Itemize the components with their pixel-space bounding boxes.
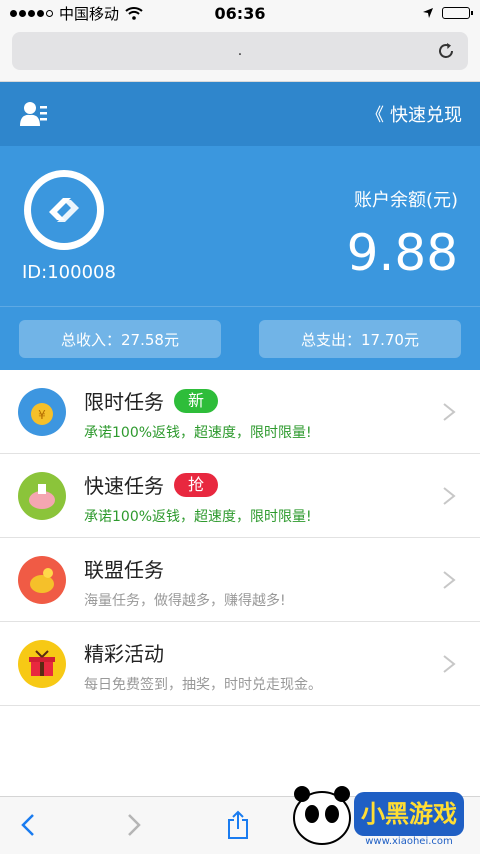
battery-icon [442,7,473,19]
task-title: 联盟任务 [84,558,164,582]
watermark-logo: 小黑游戏 www.xiaohei.com [293,786,464,847]
task-title: 快速任务 [84,474,164,498]
app-header: 《 快速兑现 [0,82,480,146]
task-item-quick[interactable]: 快速任务 抢 承诺100%返钱，超速度，限时限量! [0,454,480,538]
account-panel: ID:100008 账户余额(元) 9.88 总收入：27.58元 总支出：17… [0,146,480,370]
user-list-icon[interactable] [20,100,48,128]
chevron-right-icon [443,571,456,589]
total-expense: 总支出：17.70元 [259,320,461,358]
browser-address-area: . [0,26,480,82]
money-bag-icon: ¥ [18,388,66,436]
url-bar[interactable]: . [12,32,468,70]
task-item-events[interactable]: 精彩活动 每日免费签到，抽奖，时时兑走现金。 [0,622,480,706]
quick-exchange-label: 快速兑现 [390,105,462,126]
task-item-limited[interactable]: ¥ 限时任务 新 承诺100%返钱，超速度，限时限量! [0,370,480,454]
back-chevron-icon [21,814,34,836]
divider [0,306,480,307]
task-title: 精彩活动 [84,642,164,666]
status-bar: 中国移动 06:36 [0,0,480,26]
task-badge-new: 新 [174,388,219,413]
chevron-right-icon [443,655,456,673]
quick-exchange-link[interactable]: 《 快速兑现 [366,101,462,127]
back-button[interactable] [14,811,42,839]
gift-box-icon [18,640,66,688]
reload-icon[interactable] [436,41,456,61]
location-arrow-icon [423,8,433,18]
status-right [300,7,473,19]
balance-label: 账户余额(元) [353,190,458,211]
task-desc: 海量任务，做得越多，赚得越多! [84,593,286,609]
task-desc: 承诺100%返钱，超速度，限时限量! [84,509,312,525]
forward-button[interactable] [120,811,148,839]
piggy-bank-icon [18,472,66,520]
chevron-right-icon [443,487,456,505]
task-title: 限时任务 [84,390,164,414]
app-logo [24,170,104,250]
carrier-label: 中国移动 [59,4,120,23]
task-item-alliance[interactable]: 联盟任务 海量任务，做得越多，赚得越多! [0,538,480,622]
double-chevron-left-icon: 《 [366,105,384,126]
forward-chevron-icon [128,814,141,836]
task-badge-grab: 抢 [174,472,219,497]
url-text: . [237,43,243,59]
chevron-right-icon [443,403,456,421]
coin-bag-icon [18,556,66,604]
wifi-icon [125,7,143,20]
balance-value: 9.88 [346,224,458,282]
share-icon [228,810,248,839]
status-time: 06:36 [214,3,266,23]
signal-dots-icon [10,9,53,17]
task-desc: 承诺100%返钱，超速度，限时限量! [84,425,312,441]
share-button[interactable] [224,810,252,839]
task-list: ¥ 限时任务 新 承诺100%返钱，超速度，限时限量! 快速任务 抢 承诺100… [0,370,480,706]
svg-text:¥: ¥ [38,408,46,422]
total-income: 总收入：27.58元 [19,320,221,358]
task-desc: 每日免费签到，抽奖，时时兑走现金。 [84,677,322,693]
svg-text:www.xiaohei.com: www.xiaohei.com [365,836,453,847]
svg-text:小黑游戏: 小黑游戏 [361,800,457,828]
user-id: ID:100008 [22,262,116,283]
status-left: 中国移动 [10,3,180,24]
